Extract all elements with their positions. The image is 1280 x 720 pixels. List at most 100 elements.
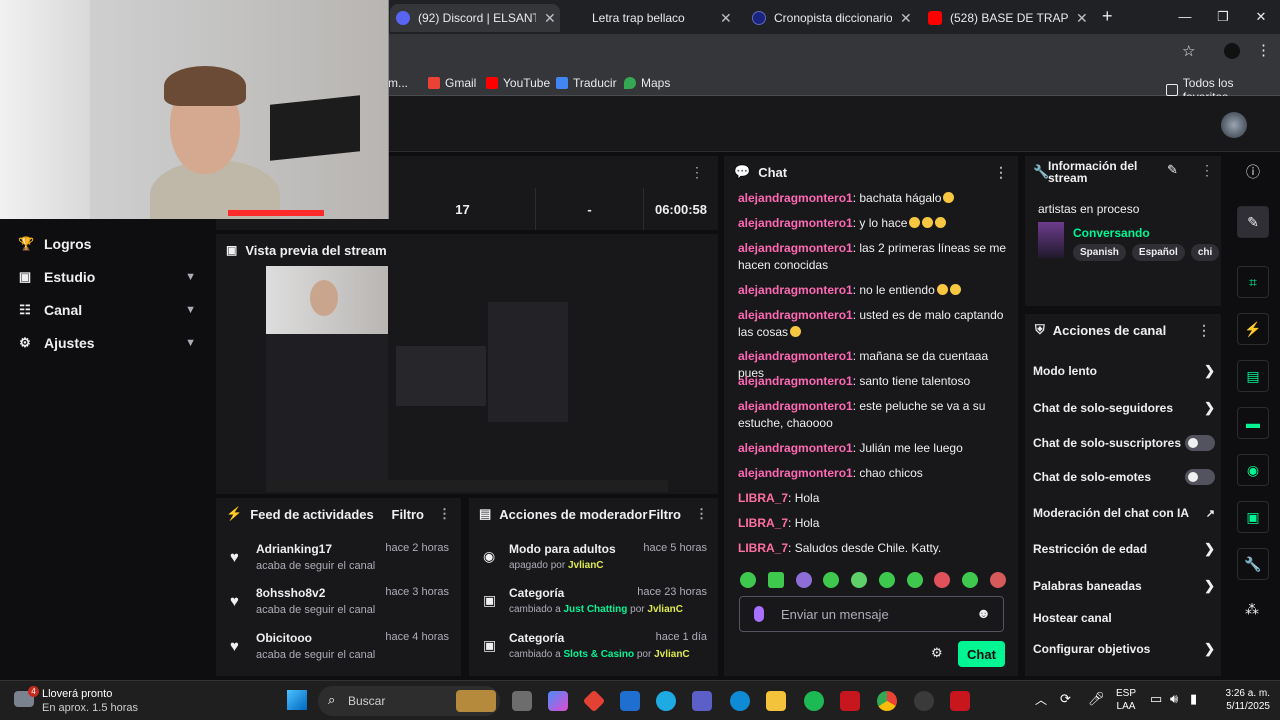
- list-item[interactable]: ♥ 8ohssho8v2 hace 3 horas acaba de segui…: [216, 586, 461, 626]
- profile-avatar[interactable]: [1224, 43, 1240, 59]
- bookmark-traducir[interactable]: Traducir: [556, 76, 617, 90]
- app-icon[interactable]: [914, 691, 934, 711]
- spotify-icon[interactable]: [804, 691, 824, 711]
- kebab-menu-icon[interactable]: ⋮: [438, 506, 451, 522]
- list-item[interactable]: ◉ Modo para adultos hace 5 horas apagado…: [469, 542, 719, 582]
- action-emotes-only[interactable]: Chat de solo-emotes: [1033, 466, 1215, 488]
- kebab-menu-icon[interactable]: ⋮: [690, 164, 704, 181]
- app-icon[interactable]: [840, 691, 860, 711]
- sidebar-item-estudio[interactable]: ▣ Estudio ▼: [0, 265, 210, 289]
- emote-icon[interactable]: [989, 572, 1006, 588]
- clip-icon[interactable]: ⌗: [1237, 266, 1269, 298]
- volume-icon[interactable]: 🔊︎: [1170, 691, 1178, 707]
- mod-filter-button[interactable]: Filtro: [649, 507, 682, 522]
- tag-chip[interactable]: Español: [1131, 244, 1185, 261]
- edit-layout-icon[interactable]: ✎: [1237, 206, 1269, 238]
- tag-chip[interactable]: Spanish: [1073, 244, 1126, 261]
- info-icon[interactable]: ⓘ: [1237, 162, 1269, 186]
- kebab-menu-icon[interactable]: ⋮: [1197, 322, 1211, 339]
- tab-youtube[interactable]: (528) BASE DE TRAP "ALTA ✕: [928, 4, 1088, 32]
- close-tab-icon[interactable]: ✕: [544, 10, 556, 27]
- chat-send-button[interactable]: Chat: [958, 641, 1005, 667]
- chat-icon[interactable]: ▬: [1237, 407, 1269, 439]
- emote-icon[interactable]: [767, 572, 784, 588]
- maximize-icon[interactable]: ❐: [1204, 0, 1242, 34]
- action-subs-only[interactable]: Chat de solo-suscriptores: [1033, 432, 1215, 454]
- close-window-icon[interactable]: ✕: [1242, 0, 1280, 34]
- emote-icon[interactable]: [906, 572, 923, 588]
- user-avatar[interactable]: [1221, 112, 1247, 138]
- kebab-menu-icon[interactable]: ⋮: [1200, 162, 1214, 179]
- studio-icon[interactable]: ▣: [1237, 501, 1269, 533]
- clock[interactable]: 3:26 a. m. 5/11/2025: [1214, 687, 1270, 713]
- list-item[interactable]: ♥ Adrianking17 hace 2 horas acaba de seg…: [216, 542, 461, 582]
- emote-icon[interactable]: [740, 572, 756, 588]
- sidebar-item-ajustes[interactable]: ⚙ Ajustes ▼: [0, 331, 210, 355]
- emote-icon[interactable]: [962, 572, 979, 588]
- emote-icon[interactable]: [878, 572, 895, 588]
- share-icon[interactable]: ⁂: [1245, 601, 1259, 618]
- emoji-picker-icon[interactable]: ☻: [976, 605, 991, 621]
- windows-start-icon[interactable]: [287, 690, 307, 710]
- bookmark-gmail[interactable]: Gmail: [428, 76, 476, 90]
- folder-icon[interactable]: [766, 691, 786, 711]
- chrome-icon[interactable]: [877, 691, 897, 711]
- action-host-channel[interactable]: Hostear canal: [1033, 607, 1215, 629]
- action-ai-moderation[interactable]: Moderación del chat con IA ↗: [1033, 502, 1215, 524]
- tab-letra[interactable]: Letra trap bellaco ✕: [592, 4, 742, 32]
- taskbar-search[interactable]: ⌕ Buscar: [318, 686, 500, 716]
- emote-icon[interactable]: [823, 572, 840, 588]
- kebab-menu-icon[interactable]: ⋮: [994, 164, 1008, 181]
- list-item[interactable]: ▣ Categoría hace 23 horas cambiado a Jus…: [469, 586, 719, 626]
- mic-icon[interactable]: 🎤︎: [1088, 691, 1105, 707]
- emote-icon[interactable]: [795, 572, 812, 588]
- tools-icon[interactable]: 🔧: [1237, 548, 1269, 580]
- action-followers-only[interactable]: Chat de solo-seguidores ❯: [1033, 397, 1215, 419]
- action-banned-words[interactable]: Palabras baneadas ❯: [1033, 575, 1215, 597]
- activity-filter-button[interactable]: Filtro: [392, 507, 425, 522]
- stream-preview-video[interactable]: [266, 266, 668, 492]
- battery-icon[interactable]: ▮: [1190, 691, 1197, 707]
- broadcast-icon[interactable]: ◉: [1237, 454, 1269, 486]
- bookmark-star-icon[interactable]: ☆: [1182, 42, 1195, 60]
- sync-icon[interactable]: ⟳: [1060, 691, 1071, 707]
- tab-discord[interactable]: (92) Discord | ELSANTO ✕: [390, 4, 560, 32]
- kebab-menu-icon[interactable]: ⋮: [695, 506, 708, 522]
- browser-icon[interactable]: [730, 691, 750, 711]
- action-age-restriction[interactable]: Restricción de edad ❯: [1033, 538, 1215, 560]
- bookmark-folder[interactable]: m...: [388, 76, 408, 90]
- lightning-icon[interactable]: ⚡: [1237, 313, 1269, 345]
- network-icon[interactable]: ▭: [1150, 691, 1162, 707]
- close-tab-icon[interactable]: ✕: [900, 10, 912, 27]
- language-indicator[interactable]: ESP LAA: [1116, 687, 1136, 713]
- chat-input[interactable]: Enviar un mensaje ☻: [739, 596, 1004, 632]
- emote-icon[interactable]: [934, 572, 951, 588]
- action-slow-mode[interactable]: Modo lento ❯: [1033, 360, 1215, 382]
- bookmark-youtube[interactable]: YouTube: [486, 76, 550, 90]
- new-tab-icon[interactable]: +: [1102, 6, 1113, 27]
- app-icon[interactable]: [582, 689, 606, 713]
- notes-icon[interactable]: ▤: [1237, 360, 1269, 392]
- store-icon[interactable]: [620, 691, 640, 711]
- edge-icon[interactable]: [656, 691, 676, 711]
- tray-chevron-icon[interactable]: ︿: [1035, 691, 1047, 708]
- edit-pencil-icon[interactable]: ✎: [1167, 162, 1178, 178]
- sidebar-item-logros[interactable]: 🏆 Logros: [0, 232, 210, 256]
- task-view-icon[interactable]: [512, 691, 532, 711]
- tag-chip[interactable]: chi: [1190, 244, 1220, 261]
- minimize-icon[interactable]: —: [1166, 0, 1204, 34]
- tab-cronopista[interactable]: Cronopista diccionario de ✕: [752, 4, 912, 32]
- close-tab-icon[interactable]: ✕: [720, 10, 732, 27]
- chat-settings-icon[interactable]: ⚙: [931, 645, 943, 661]
- sidebar-item-canal[interactable]: ☷ Canal ▼: [0, 298, 210, 322]
- bookmark-maps[interactable]: Maps: [624, 76, 670, 90]
- teams-icon[interactable]: [692, 691, 712, 711]
- action-goals[interactable]: Configurar objetivos ❯: [1033, 638, 1215, 660]
- copilot-icon[interactable]: [548, 691, 568, 711]
- list-item[interactable]: ▣ Categoría hace 1 día cambiado a Slots …: [469, 631, 719, 671]
- close-tab-icon[interactable]: ✕: [1076, 10, 1088, 27]
- browser-menu-icon[interactable]: ⋮: [1256, 41, 1271, 59]
- list-item[interactable]: ♥ Obicitooo hace 4 horas acaba de seguir…: [216, 631, 461, 671]
- app-icon[interactable]: [950, 691, 970, 711]
- emote-icon[interactable]: [851, 572, 868, 588]
